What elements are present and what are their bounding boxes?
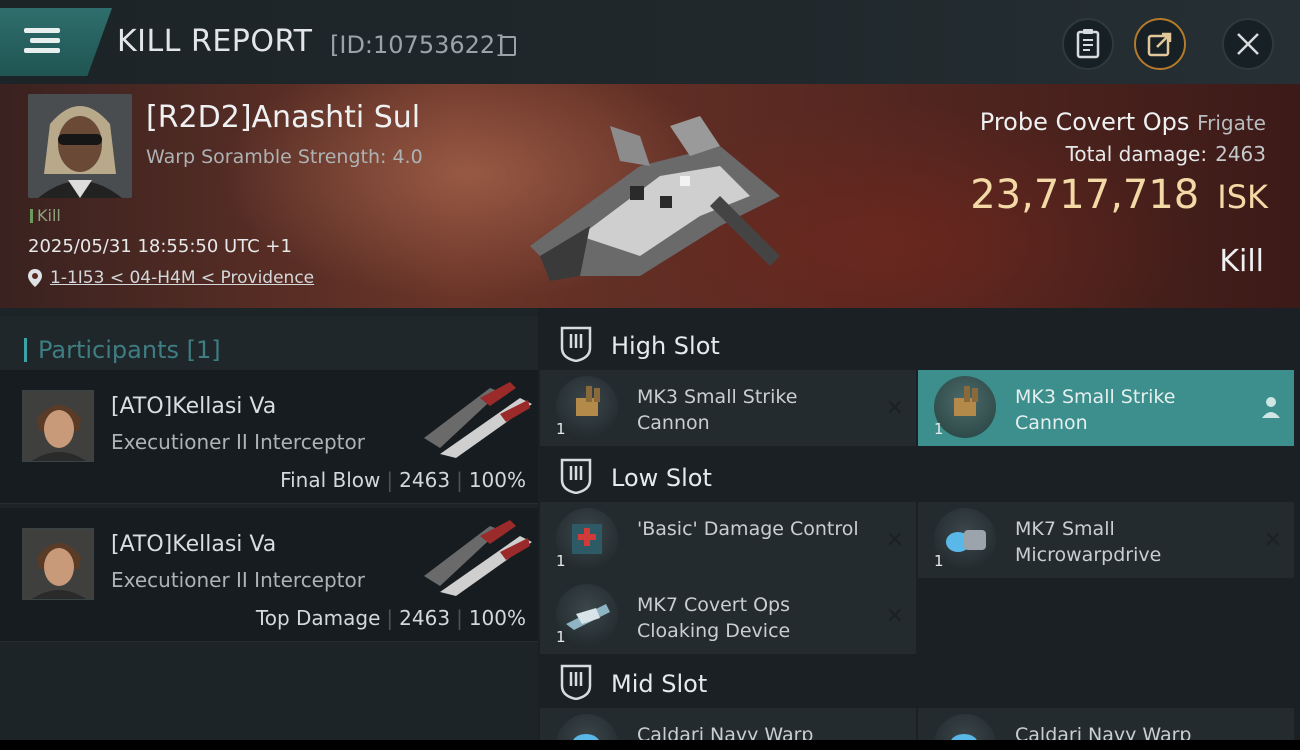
item-name: Caldari Navy Warp bbox=[1015, 724, 1192, 740]
result-label: Kill bbox=[1219, 244, 1264, 279]
close-icon bbox=[1237, 33, 1259, 55]
participant-percent: 100% bbox=[468, 606, 526, 630]
destroyed-x-icon: ✕ bbox=[885, 604, 904, 629]
participant-row[interactable]: [ATO]Kellasi Va Executioner II Intercept… bbox=[0, 508, 538, 642]
item-name: MK3 Small Strike Cannon bbox=[637, 386, 798, 434]
participant-damage: 2463 bbox=[399, 468, 451, 492]
victim-name[interactable]: [R2D2]Anashti Sul bbox=[146, 100, 420, 135]
fitting-item[interactable]: 1 'Basic' Damage Control ✕ bbox=[540, 502, 916, 578]
fitting-item-selected[interactable]: 1 MK3 Small Strike Cannon bbox=[918, 370, 1294, 446]
clipboard-button[interactable] bbox=[1062, 18, 1114, 70]
isk-unit: ISK bbox=[1217, 178, 1268, 216]
fittings-panel: High Slot 1 MK3 Small Strike Cannon ✕ 1 … bbox=[540, 308, 1300, 740]
item-name: MK7 Covert Ops Cloaking Device bbox=[637, 594, 791, 642]
participant-stats: Final Blow | 2463 | 100% bbox=[280, 468, 526, 492]
location-link[interactable]: 1-1I53 < 04-H4M < Providence bbox=[50, 268, 314, 288]
item-quantity: 1 bbox=[934, 552, 944, 570]
item-name: MK3 Small Strike Cannon bbox=[1015, 386, 1176, 434]
share-button[interactable] bbox=[1134, 18, 1186, 70]
participant-ship: Executioner II Interceptor bbox=[111, 568, 365, 592]
hamburger-menu-icon[interactable] bbox=[24, 28, 60, 54]
participant-ship-image bbox=[424, 520, 532, 596]
total-damage-value: 2463 bbox=[1215, 142, 1266, 166]
header-bar: KILL REPORT [ID:10753622] bbox=[0, 0, 1300, 84]
victim-banner: [R2D2]Anashti Sul Warp Soramble Strength… bbox=[0, 84, 1300, 308]
item-name: MK7 Small Microwarpdrive bbox=[1015, 518, 1162, 566]
isk-value: 23,717,718 ISK bbox=[970, 172, 1268, 218]
low-slot-header: Low Slot bbox=[540, 444, 1300, 504]
high-slot-title: High Slot bbox=[611, 332, 720, 360]
participants-header: Participants [1] bbox=[0, 316, 538, 374]
item-name: 'Basic' Damage Control bbox=[637, 518, 859, 540]
person-icon bbox=[1262, 397, 1280, 418]
low-slot-icon bbox=[560, 458, 592, 494]
fitting-item[interactable]: 1 MK3 Small Strike Cannon ✕ bbox=[540, 370, 916, 446]
victim-portrait[interactable] bbox=[28, 94, 132, 198]
item-name: Caldari Navy Warp bbox=[637, 724, 814, 740]
share-icon bbox=[1147, 32, 1172, 57]
kill-report-window: KILL REPORT [ID:10753622] [R2D2]Anashti … bbox=[0, 0, 1300, 740]
ship-class: Frigate bbox=[1197, 111, 1266, 135]
fitting-item[interactable]: 1 Caldari Navy Warp bbox=[918, 708, 1294, 740]
isk-amount: 23,717,718 bbox=[970, 172, 1200, 218]
warp-scramble-strength: Warp Soramble Strength: 4.0 bbox=[146, 146, 423, 168]
close-button[interactable] bbox=[1222, 18, 1274, 70]
warp-disruptor-icon bbox=[934, 714, 996, 740]
ship-name: Probe Covert Ops bbox=[979, 108, 1190, 136]
participants-panel: Participants [1] [ATO]Kellasi Va Executi… bbox=[0, 308, 538, 740]
fitting-item[interactable]: 1 MK7 Covert Ops Cloaking Device ✕ bbox=[540, 578, 916, 654]
kill-tag: Kill bbox=[30, 206, 61, 225]
item-quantity: 1 bbox=[556, 552, 566, 570]
kill-location[interactable]: 1-1I53 < 04-H4M < Providence bbox=[28, 268, 314, 288]
participant-name: [ATO]Kellasi Va bbox=[111, 394, 277, 419]
total-damage-label: Total damage: bbox=[1065, 142, 1208, 166]
participant-name: [ATO]Kellasi Va bbox=[111, 532, 277, 557]
high-slot-icon bbox=[560, 326, 592, 362]
report-id: [ID:10753622] bbox=[330, 31, 505, 59]
participant-percent: 100% bbox=[468, 468, 526, 492]
item-quantity: 1 bbox=[556, 420, 566, 438]
kill-timestamp: 2025/05/31 18:55:50 UTC +1 bbox=[28, 236, 292, 257]
participants-title: Participants [1] bbox=[24, 336, 221, 364]
mid-slot-title: Mid Slot bbox=[611, 670, 708, 698]
low-slot-title: Low Slot bbox=[611, 464, 712, 492]
participant-row[interactable]: [ATO]Kellasi Va Executioner II Intercept… bbox=[0, 370, 538, 504]
participant-ship: Executioner II Interceptor bbox=[111, 430, 365, 454]
item-quantity: 1 bbox=[934, 420, 944, 438]
participant-stats: Top Damage | 2463 | 100% bbox=[255, 606, 526, 630]
fitting-item[interactable]: 1 MK7 Small Microwarpdrive ✕ bbox=[918, 502, 1294, 578]
mid-slot-header: Mid Slot bbox=[540, 650, 1300, 710]
destroyed-x-icon: ✕ bbox=[885, 396, 904, 421]
participant-role: Final Blow bbox=[280, 468, 381, 492]
clipboard-icon bbox=[1076, 29, 1100, 59]
destroyed-x-icon: ✕ bbox=[1263, 528, 1282, 553]
participant-damage: 2463 bbox=[399, 606, 451, 630]
page-title: KILL REPORT bbox=[117, 24, 313, 59]
item-quantity: 1 bbox=[556, 628, 566, 646]
destroyed-x-icon: ✕ bbox=[885, 528, 904, 553]
participant-portrait bbox=[22, 390, 94, 462]
victim-ship-image bbox=[530, 116, 780, 281]
high-slot-header: High Slot bbox=[540, 312, 1300, 372]
copy-icon[interactable] bbox=[500, 36, 516, 56]
participant-role: Top Damage bbox=[255, 606, 381, 630]
victim-ship[interactable]: Probe Covert Ops Frigate bbox=[980, 108, 1266, 136]
warp-disruptor-icon bbox=[556, 714, 618, 740]
total-damage: Total damage: 2463 bbox=[1066, 142, 1266, 166]
participants-count: [1] bbox=[186, 336, 221, 364]
fitting-item[interactable]: 1 Caldari Navy Warp bbox=[540, 708, 916, 740]
mid-slot-icon bbox=[560, 664, 592, 700]
bottom-bar bbox=[0, 740, 1300, 750]
participant-portrait bbox=[22, 528, 94, 600]
location-pin-icon bbox=[28, 269, 42, 287]
participant-ship-image bbox=[424, 382, 532, 458]
